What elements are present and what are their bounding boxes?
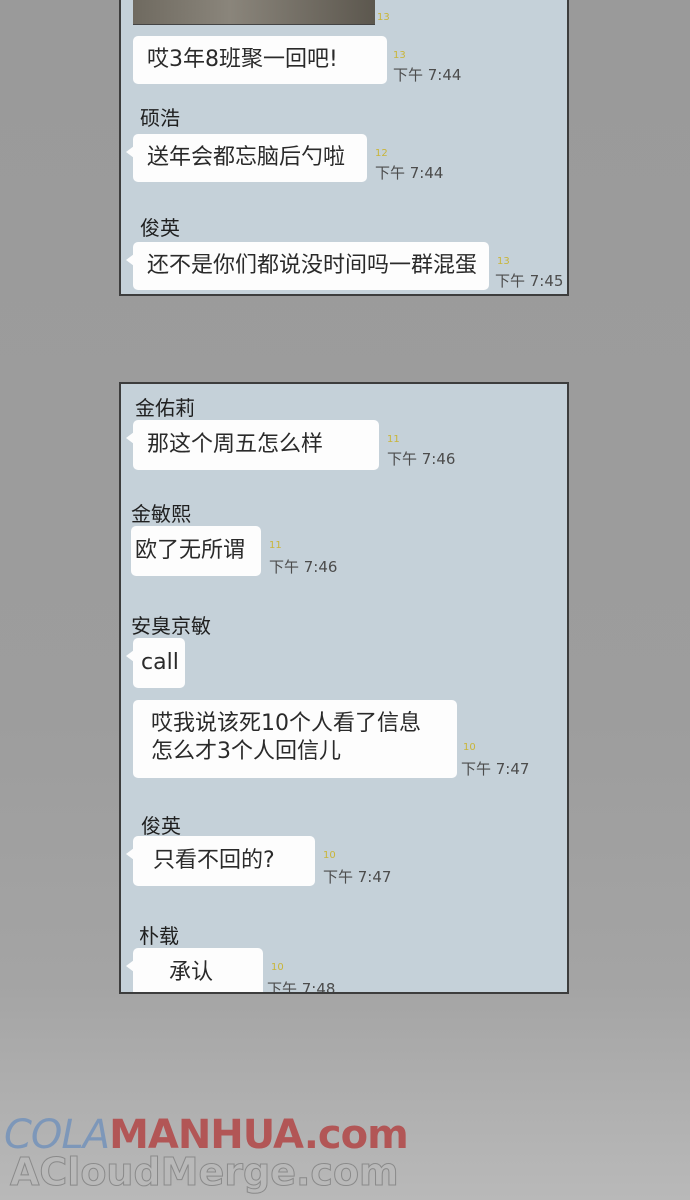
chat-panel-top: 13 哎3年8班聚一回吧! 13 下午 7:44 硕浩 送年会都忘脑后勺啦 12…: [119, 0, 569, 296]
message-text: 欧了无所谓: [135, 538, 246, 563]
message-bubble: 哎3年8班聚一回吧!: [133, 36, 387, 84]
sender-name: 安臭京敏: [131, 614, 211, 638]
message-time: 下午 7:48: [267, 980, 336, 994]
watermark-acloudmerge: ACloudMerge.com: [10, 1150, 400, 1195]
message-text: call: [141, 650, 179, 675]
message-bubble: 那这个周五怎么样: [126, 420, 379, 470]
unread-count: 11: [269, 540, 282, 551]
unread-count: 13: [377, 12, 390, 23]
sender-name: 俊英: [140, 216, 180, 240]
sender-name: 金佑莉: [135, 396, 195, 420]
unread-count: 10: [323, 850, 336, 861]
chat-panel-bottom: 金佑莉 那这个周五怎么样 11 下午 7:46 金敏熙 欧了无所谓 11 下午 …: [119, 382, 569, 994]
message-time: 下午 7:46: [269, 558, 338, 576]
message-text: 还不是你们都说没时间吗一群混蛋: [147, 253, 478, 278]
message-time: 下午 7:47: [461, 760, 530, 778]
message-bubble: 送年会都忘脑后勺啦: [126, 134, 367, 182]
message-time: 下午 7:47: [323, 868, 392, 886]
message-text: 承认: [169, 960, 214, 985]
message-bubble: 只看不回的?: [126, 836, 315, 886]
unread-count: 10: [271, 962, 284, 973]
unread-count: 13: [393, 50, 406, 61]
message-time: 下午 7:44: [375, 164, 444, 182]
message-text-line: 怎么才3个人回信儿: [151, 739, 341, 764]
sender-name: 俊英: [141, 814, 181, 838]
message-time: 下午 7:46: [387, 450, 456, 468]
message-bubble: 还不是你们都说没时间吗一群混蛋: [126, 242, 489, 290]
unread-count: 13: [497, 256, 510, 267]
message-text-line: 哎我说该死10个人看了信息: [151, 711, 421, 736]
sender-name: 硕浩: [140, 106, 180, 130]
message-bubble: call: [126, 638, 185, 688]
message-text: 哎3年8班聚一回吧!: [147, 47, 338, 72]
message-time: 下午 7:44: [393, 66, 462, 84]
message-bubble: 哎我说该死10个人看了信息 怎么才3个人回信儿: [133, 700, 457, 778]
sender-name: 金敏熙: [131, 502, 191, 526]
message-text: 只看不回的?: [153, 848, 275, 873]
unread-count: 10: [463, 742, 476, 753]
message-text: 送年会都忘脑后勺啦: [147, 145, 346, 170]
unread-count: 12: [375, 148, 388, 159]
shared-photo: [133, 0, 375, 25]
message-time: 下午 7:45: [495, 272, 564, 290]
message-bubble: 欧了无所谓: [131, 526, 261, 576]
message-bubble: 承认: [126, 948, 263, 992]
sender-name: 朴载: [139, 924, 179, 948]
message-text: 那这个周五怎么样: [147, 432, 324, 457]
unread-count: 11: [387, 434, 400, 445]
